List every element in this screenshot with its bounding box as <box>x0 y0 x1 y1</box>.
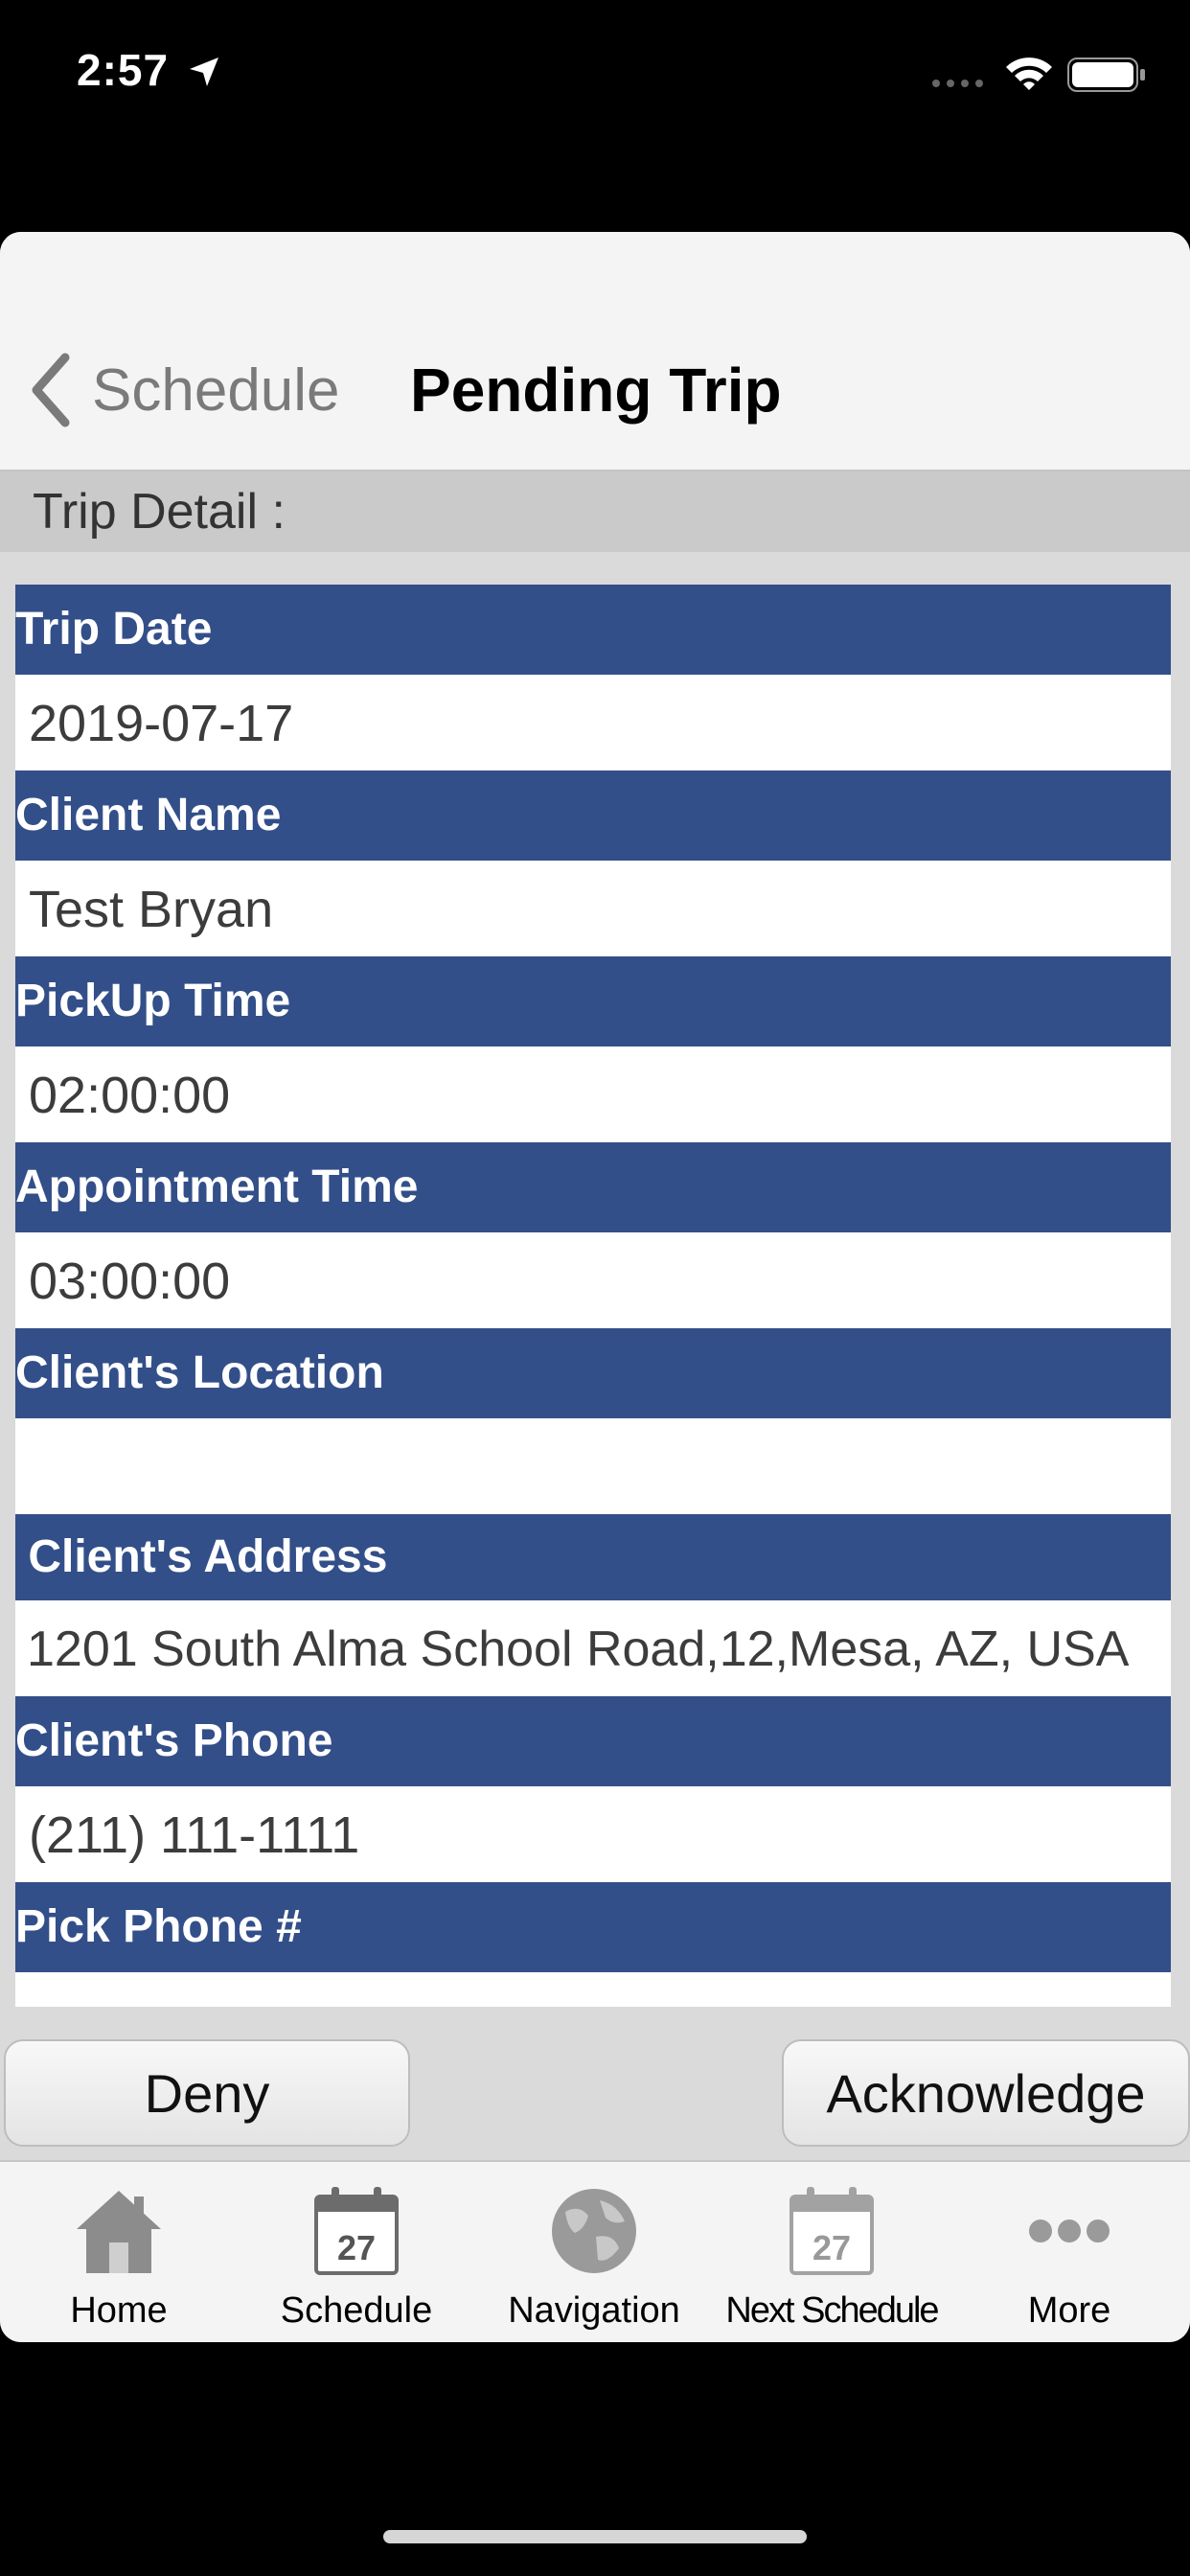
field-label-trip-date: Trip Date <box>15 585 1171 675</box>
calendar-icon: 27 <box>790 2187 874 2275</box>
cellular-signal-icon <box>932 80 983 87</box>
deny-button-label: Deny <box>144 2062 270 2124</box>
tab-more[interactable]: More <box>950 2162 1188 2342</box>
field-label-client-location: Client's Location <box>15 1328 1171 1418</box>
battery-icon <box>1067 58 1145 92</box>
tab-home[interactable]: Home <box>0 2162 238 2342</box>
tab-schedule-label: Schedule <box>280 2290 433 2331</box>
field-value-client-address: 1201 South Alma School Road,12,Mesa, AZ,… <box>15 1602 1171 1696</box>
field-label-client-address: Client's Address <box>15 1514 1171 1600</box>
calendar-icon: 27 <box>314 2187 399 2275</box>
tab-next-schedule-label: Next Schedule <box>725 2290 939 2331</box>
acknowledge-button-label: Acknowledge <box>826 2062 1146 2124</box>
next-schedule-calendar-day: 27 <box>812 2228 851 2267</box>
field-value-appointment-time: 03:00:00 <box>15 1234 1171 1328</box>
field-value-client-name: Test Bryan <box>15 862 1171 956</box>
page-title: Pending Trip <box>410 356 782 425</box>
tab-navigation[interactable]: Navigation <box>475 2162 713 2342</box>
app-sheet: Schedule Pending Trip Trip Detail : Trip… <box>0 232 1190 2342</box>
status-time: 2:57 <box>77 45 170 95</box>
acknowledge-button[interactable]: Acknowledge <box>782 2039 1190 2147</box>
field-value-client-location <box>15 1420 1171 1514</box>
field-label-pickup-time: PickUp Time <box>15 956 1171 1046</box>
field-label-pick-phone: Pick Phone # <box>15 1882 1171 1972</box>
home-indicator[interactable] <box>383 2530 807 2543</box>
section-header: Trip Detail : <box>0 472 1190 552</box>
globe-icon <box>552 2189 636 2273</box>
field-value-pickup-time: 02:00:00 <box>15 1048 1171 1142</box>
field-value-pick-phone <box>15 1974 1171 2007</box>
field-label-appointment-time: Appointment Time <box>15 1142 1171 1232</box>
field-label-client-name: Client Name <box>15 770 1171 861</box>
tab-next-schedule[interactable]: 27 Next Schedule <box>713 2162 950 2342</box>
tab-navigation-label: Navigation <box>508 2290 680 2331</box>
house-icon <box>77 2191 161 2273</box>
field-label-client-phone: Client's Phone <box>15 1696 1171 1786</box>
location-arrow-icon <box>190 58 218 86</box>
tab-more-label: More <box>1027 2290 1111 2331</box>
chevron-left-icon <box>32 353 70 427</box>
trip-detail-panel[interactable]: Trip Date 2019-07-17 Client Name Test Br… <box>15 585 1171 2007</box>
field-value-client-phone: (211) 111-1111 <box>15 1788 1171 1882</box>
status-bar: 2:57 <box>0 0 1190 144</box>
tab-home-label: Home <box>70 2290 168 2331</box>
wifi-icon <box>1006 58 1052 90</box>
deny-button[interactable]: Deny <box>4 2039 410 2147</box>
schedule-calendar-day: 27 <box>337 2228 376 2267</box>
tab-schedule[interactable]: 27 Schedule <box>238 2162 475 2342</box>
navigation-bar: Schedule Pending Trip <box>0 232 1190 472</box>
section-header-label: Trip Detail : <box>33 484 286 540</box>
tab-bar: Home 27 Schedule Navigation 27 Next Sche… <box>0 2160 1190 2342</box>
field-value-trip-date: 2019-07-17 <box>15 677 1171 770</box>
back-button-label: Schedule <box>92 356 340 424</box>
more-dots-icon <box>1029 2220 1110 2242</box>
back-button[interactable]: Schedule <box>27 351 340 429</box>
